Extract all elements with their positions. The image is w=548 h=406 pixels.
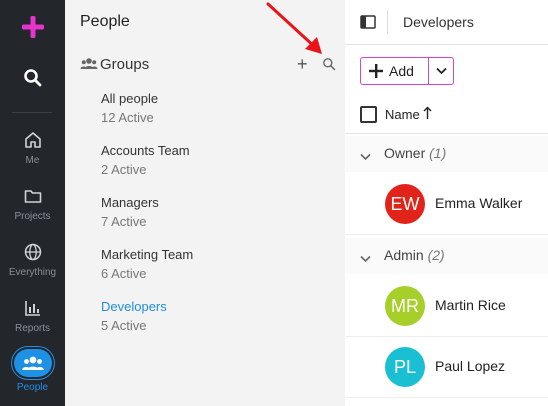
rail-label-people: People — [16, 382, 49, 393]
groups-label: Groups — [100, 56, 150, 73]
section-label: Owner (1) — [384, 145, 446, 161]
select-all-checkbox[interactable] — [360, 106, 377, 123]
group-item-marketing-team[interactable]: Marketing Team 6 Active — [101, 247, 321, 281]
search-groups-icon[interactable] — [322, 57, 336, 76]
add-split-button: Add — [360, 57, 454, 85]
column-header: Name — [345, 97, 548, 134]
section-name: Owner — [384, 145, 426, 161]
person-name: Paul Lopez — [435, 358, 506, 374]
groups-icon — [80, 56, 98, 77]
group-item-all-people[interactable]: All people 12 Active — [101, 91, 321, 125]
group-detail: Developers Add Name Owner (1) EW Emma Wa… — [345, 0, 548, 406]
group-name: Developers — [101, 299, 167, 314]
groups-header: Groups + — [80, 54, 336, 77]
group-name: Accounts Team — [101, 143, 190, 158]
table-row[interactable]: PL Paul Lopez — [345, 337, 548, 398]
create-plus-icon[interactable] — [0, 14, 65, 45]
rail-label-me: Me — [25, 155, 40, 166]
rail-item-people[interactable]: People — [0, 349, 65, 393]
page-title: People — [80, 13, 130, 30]
rail-item-reports[interactable]: Reports — [0, 298, 65, 334]
chevron-down-icon — [360, 250, 371, 268]
group-item-managers[interactable]: Managers 7 Active — [101, 195, 321, 229]
folder-icon — [23, 190, 43, 209]
divider — [387, 10, 388, 34]
section-name: Admin — [384, 247, 424, 263]
rail-item-projects[interactable]: Projects — [0, 186, 65, 222]
rail-label-everything: Everything — [8, 267, 57, 278]
avatar: PL — [385, 347, 425, 387]
breadcrumb: Developers — [403, 14, 474, 30]
sort-up-arrow-icon[interactable] — [423, 106, 432, 125]
search-icon[interactable] — [0, 68, 65, 93]
rail-label-reports: Reports — [14, 323, 50, 334]
chevron-down-icon — [360, 148, 371, 166]
rail-item-me[interactable]: Me — [0, 130, 65, 166]
name-column-header[interactable]: Name — [385, 107, 420, 122]
group-active-count: 12 Active — [101, 110, 154, 125]
bar-chart-icon — [23, 301, 43, 321]
rail-item-everything[interactable]: Everything — [0, 242, 65, 278]
top-bar: Developers — [345, 0, 548, 45]
group-item-accounts-team[interactable]: Accounts Team 2 Active — [101, 143, 321, 177]
section-label: Admin (2) — [384, 247, 445, 263]
rail-label-projects: Projects — [14, 211, 51, 222]
sidebar-toggle-icon[interactable] — [360, 14, 376, 35]
people-icon — [13, 349, 52, 377]
group-active-count: 6 Active — [101, 266, 147, 281]
person-name: Martin Rice — [435, 297, 506, 313]
avatar: MR — [385, 286, 425, 326]
globe-icon — [23, 243, 43, 265]
group-item-developers[interactable]: Developers 5 Active — [101, 299, 321, 333]
rail-divider — [12, 112, 52, 113]
plus-icon — [369, 64, 383, 78]
left-rail: Me Projects Everything Reports People — [0, 0, 65, 406]
section-owner[interactable]: Owner (1) — [345, 136, 548, 172]
home-icon — [23, 132, 43, 153]
table-row[interactable]: MR Martin Rice — [345, 276, 548, 337]
add-button[interactable]: Add — [361, 58, 427, 84]
group-active-count: 2 Active — [101, 162, 147, 177]
avatar: EW — [385, 184, 425, 224]
add-group-button[interactable]: + — [297, 54, 308, 75]
table-row[interactable]: EW Emma Walker — [345, 174, 548, 235]
group-active-count: 7 Active — [101, 214, 147, 229]
person-name: Emma Walker — [435, 195, 523, 211]
group-name: All people — [101, 91, 159, 106]
section-admin[interactable]: Admin (2) — [345, 238, 548, 274]
people-panel: People Groups + All people 12 Active Acc… — [65, 0, 345, 406]
group-active-count: 5 Active — [101, 318, 147, 333]
add-dropdown-chevron-icon[interactable] — [429, 58, 454, 84]
add-label: Add — [389, 63, 414, 79]
group-name: Marketing Team — [101, 247, 194, 262]
section-count: (1) — [429, 145, 447, 161]
section-count: (2) — [427, 247, 445, 263]
group-name: Managers — [101, 195, 159, 210]
